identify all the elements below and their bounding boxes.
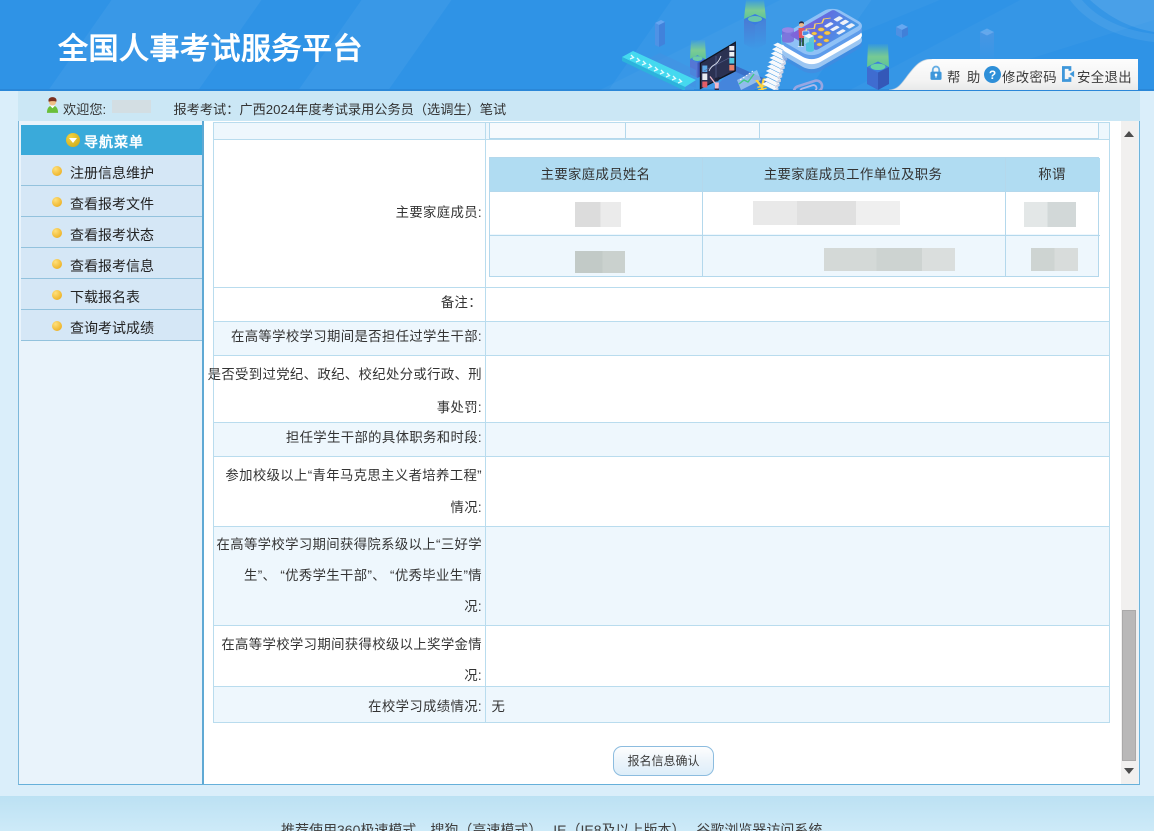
svg-text:?: ?: [989, 68, 996, 82]
